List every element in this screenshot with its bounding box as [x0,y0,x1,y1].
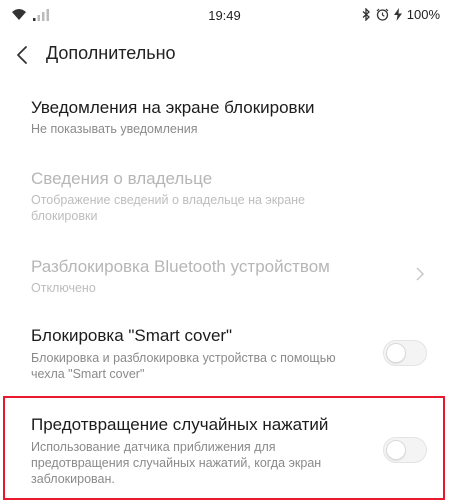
setting-smart-cover[interactable]: Блокировка "Smart cover" Блокировка и ра… [0,318,449,390]
charging-icon [393,8,402,21]
setting-lockscreen-notifications[interactable]: Уведомления на экране блокировки Не пока… [0,90,449,152]
setting-title: Предотвращение случайных нажатий [31,415,329,434]
status-bar-right: 100% [362,7,440,22]
setting-subtitle: Использование датчика приближения для пр… [31,440,322,486]
setting-subtitle: Отображение сведений о владельце на экра… [31,193,305,223]
setting-title: Разблокировка Bluetooth устройством [31,257,330,276]
setting-title: Сведения о владельце [31,169,213,188]
bluetooth-icon [362,8,370,21]
setting-accidental-touch[interactable]: Предотвращение случайных нажатий Использ… [0,405,449,497]
page-title: Дополнительно [46,43,176,63]
setting-bluetooth-unlock[interactable]: Разблокировка Bluetooth устройством Откл… [0,250,449,310]
battery-percent: 100% [406,7,440,22]
smart-cover-toggle[interactable] [383,340,427,366]
alarm-icon [376,8,389,21]
setting-subtitle: Не показывать уведомления [31,122,198,136]
setting-subtitle: Блокировка и разблокировка устройства с … [31,351,336,381]
setting-title: Блокировка "Smart cover" [31,326,233,345]
status-bar: 19:49 100% [0,0,449,30]
setting-subtitle: Отключено [31,281,96,295]
setting-owner-info[interactable]: Сведения о владельце Отображение сведени… [0,162,449,242]
chevron-right-icon [416,267,425,281]
toggle-knob [386,343,406,363]
app-bar: Дополнительно [0,30,449,80]
accidental-touch-toggle[interactable] [383,437,427,463]
toggle-knob [386,440,406,460]
chevron-left-icon [17,46,27,64]
back-button[interactable] [12,42,34,68]
setting-title: Уведомления на экране блокировки [31,98,315,117]
